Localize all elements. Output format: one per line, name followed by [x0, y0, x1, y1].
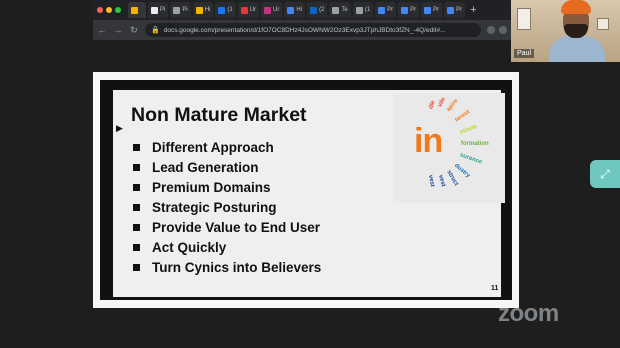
- browser-tab[interactable]: [128, 2, 146, 18]
- browser-tab[interactable]: (1: [352, 2, 374, 18]
- bullet-text: Turn Cynics into Believers: [152, 259, 322, 275]
- bookmark-star-icon[interactable]: [487, 26, 495, 34]
- tab-favicon-icon: [287, 6, 295, 14]
- bullet-text: Premium Domains: [152, 179, 271, 195]
- bullet-square-icon: [133, 243, 140, 251]
- bullet-item: Provide Value to End User: [133, 217, 321, 237]
- bullet-item: Premium Domains: [133, 177, 321, 197]
- zoom-meeting-window: Pi Pi Hi (1 Ur Ur Hi (2 Te (1 Pr Pr Pr Pr + ← → ↻ 🔒 d…: [0, 0, 620, 348]
- tab-favicon-icon: [195, 6, 203, 14]
- tab-label: Pr: [433, 7, 440, 13]
- browser-tab[interactable]: Hi: [284, 2, 306, 18]
- slide-title: Non Mature Market: [131, 104, 307, 126]
- shared-browser-window: Pi Pi Hi (1 Ur Ur Hi (2 Te (1 Pr Pr Pr Pr + ← → ↻ 🔒 d…: [93, 0, 511, 40]
- tab-label: Te: [341, 7, 348, 13]
- bullet-text: Lead Generation: [152, 159, 259, 175]
- browser-tab[interactable]: Hi: [192, 2, 214, 18]
- linkedin-logo: in: [414, 122, 443, 160]
- tab-strip: Pi Pi Hi (1 Ur Ur Hi (2 Te (1 Pr Pr Pr Pr +: [93, 0, 511, 20]
- browser-tab[interactable]: Pr: [444, 2, 466, 18]
- profile-avatar-icon[interactable]: [499, 26, 507, 34]
- tab-label: Pi: [160, 7, 166, 13]
- lock-icon: 🔒: [151, 27, 160, 34]
- browser-tab[interactable]: (2: [307, 2, 328, 18]
- browser-tab[interactable]: Te: [329, 2, 351, 18]
- tab-favicon-icon: [310, 6, 318, 14]
- extension-icons: [487, 26, 507, 34]
- tab-label: Ur: [273, 7, 280, 13]
- bullet-item: Lead Generation: [133, 157, 321, 177]
- bullet-square-icon: [133, 183, 140, 191]
- bullet-item: Act Quickly: [133, 237, 321, 257]
- forward-arrow-icon[interactable]: →: [113, 25, 123, 35]
- browser-tab[interactable]: (1: [215, 2, 236, 18]
- tab-label: Hi: [296, 7, 303, 13]
- zoom-watermark: zoom: [498, 300, 559, 327]
- slide-page-number: 11: [491, 285, 499, 292]
- tab-favicon-icon: [218, 6, 226, 14]
- bullet-text: Different Approach: [152, 139, 274, 155]
- bullet-square-icon: [133, 163, 140, 171]
- bullet-list: Different Approach Lead Generation Premi…: [133, 137, 321, 277]
- tab-favicon-icon: [378, 6, 386, 14]
- bullet-text: Provide Value to End User: [152, 219, 321, 235]
- bullet-item: Strategic Posturing: [133, 197, 321, 217]
- tab-favicon-icon: [332, 6, 340, 14]
- browser-toolbar: ← → ↻ 🔒 docs.google.com/presentation/d/1…: [93, 20, 511, 40]
- browser-tab[interactable]: Ur: [237, 2, 260, 18]
- tab-favicon-icon: [151, 6, 158, 14]
- tab-list: Pi Pi Hi (1 Ur Ur Hi (2 Te (1 Pr Pr Pr Pr: [128, 2, 466, 18]
- url-text: docs.google.com/presentation/d/1fO7OC8DH…: [163, 26, 446, 34]
- wall-picture: [597, 18, 609, 30]
- mouse-cursor-icon: ▶: [116, 123, 123, 133]
- expand-arrows-icon: ⤢: [600, 166, 610, 181]
- tab-favicon-icon: [240, 6, 248, 14]
- browser-tab[interactable]: Pr: [421, 2, 443, 18]
- tab-label: (1: [364, 7, 371, 13]
- tab-favicon-icon: [424, 6, 432, 14]
- tab-label: Pi: [182, 7, 188, 13]
- bullet-text: Strategic Posturing: [152, 199, 277, 215]
- tab-favicon-icon: [447, 6, 455, 14]
- browser-tab[interactable]: Pi: [170, 2, 191, 18]
- tab-favicon-icon: [131, 6, 138, 14]
- bullet-square-icon: [133, 263, 140, 271]
- tab-label: Pr: [410, 7, 417, 13]
- browser-tab[interactable]: Pr: [398, 2, 420, 18]
- tab-label: (2: [319, 7, 325, 13]
- bullet-square-icon: [133, 143, 140, 151]
- bullet-square-icon: [133, 223, 140, 231]
- new-tab-button[interactable]: +: [470, 4, 476, 16]
- tab-favicon-icon: [355, 6, 363, 14]
- bullet-item: Turn Cynics into Believers: [133, 257, 321, 277]
- bullet-square-icon: [133, 203, 140, 211]
- expand-view-button[interactable]: ⤢: [590, 160, 620, 188]
- participant-video[interactable]: Paul: [511, 0, 620, 62]
- close-window-icon[interactable]: [97, 7, 103, 13]
- back-arrow-icon[interactable]: ←: [97, 25, 107, 35]
- tab-label: Pr: [387, 7, 394, 13]
- browser-tab[interactable]: Pr: [375, 2, 397, 18]
- wall-picture: [517, 8, 531, 30]
- window-controls: [97, 7, 121, 13]
- cloud-word: formation: [461, 141, 489, 147]
- tab-label: (1: [227, 7, 233, 13]
- maximize-window-icon[interactable]: [115, 7, 121, 13]
- tab-label: Ur: [249, 7, 257, 13]
- reload-icon[interactable]: ↻: [129, 25, 139, 36]
- tab-favicon-icon: [401, 6, 409, 14]
- tab-favicon-icon: [173, 6, 181, 14]
- bullet-text: Act Quickly: [152, 239, 227, 255]
- participant-shirt: [549, 36, 605, 62]
- participant-turban: [561, 0, 591, 14]
- tab-favicon-icon: [264, 6, 272, 14]
- tab-label: Pr: [456, 7, 463, 13]
- minimize-window-icon[interactable]: [106, 7, 112, 13]
- bullet-item: Different Approach: [133, 137, 321, 157]
- tab-label: Hi: [204, 7, 211, 13]
- participant-name-label: Paul: [514, 49, 535, 58]
- browser-tab[interactable]: Pi: [148, 2, 169, 18]
- address-bar[interactable]: 🔒 docs.google.com/presentation/d/1fO7OC8…: [145, 23, 481, 37]
- browser-tab[interactable]: Ur: [261, 2, 283, 18]
